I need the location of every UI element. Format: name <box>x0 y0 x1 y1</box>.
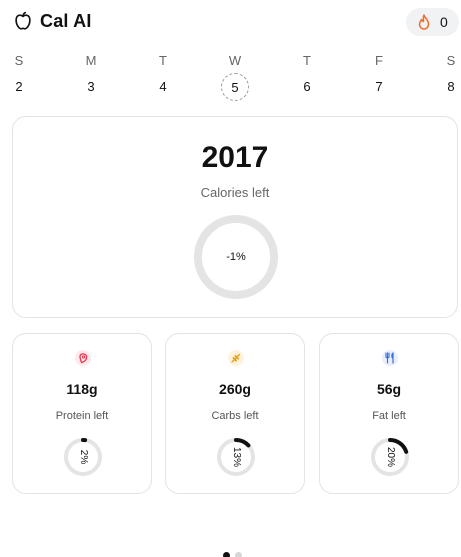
carbs-label: Carbs left <box>211 410 259 422</box>
day-sat[interactable]: S 8 <box>436 52 461 101</box>
fat-percent: 20% <box>385 446 396 467</box>
calories-card[interactable]: 2017 Calories left -1% <box>12 116 458 318</box>
protein-percent: 2% <box>78 449 89 465</box>
protein-card[interactable]: 118g Protein left 2% <box>12 333 152 494</box>
day-date: 8 <box>447 79 455 94</box>
day-name: T <box>159 53 167 68</box>
week-strip: S 2 M 3 T 4 W 5 T 6 F 7 S 8 <box>0 52 461 101</box>
calories-left-value: 2017 <box>201 141 269 174</box>
carbs-value: 260g <box>219 381 251 397</box>
apple-outline-icon <box>15 11 31 30</box>
day-mon[interactable]: M 3 <box>76 52 106 101</box>
calories-progress-ring: -1% <box>192 213 280 301</box>
page-dot-active[interactable] <box>223 552 230 557</box>
streak-badge[interactable]: 0 <box>406 8 459 36</box>
day-date: 5 <box>221 73 249 101</box>
day-tue[interactable]: T 4 <box>148 52 178 101</box>
fat-progress-ring: 20% <box>369 436 411 478</box>
carbs-progress-ring: 13% <box>215 436 257 478</box>
fork-knife-icon <box>382 350 398 366</box>
day-date: 7 <box>375 79 383 94</box>
day-name: S <box>14 53 24 68</box>
day-name: F <box>375 53 383 68</box>
day-wed-selected[interactable]: W 5 <box>220 52 250 101</box>
day-fri[interactable]: F 7 <box>364 52 394 101</box>
day-sun[interactable]: S 2 <box>4 52 34 101</box>
steak-icon <box>75 350 91 366</box>
protein-label: Protein left <box>55 410 109 422</box>
calories-left-label: Calories left <box>200 185 270 200</box>
carbs-card[interactable]: 260g Carbs left 13% <box>165 333 305 494</box>
day-name: T <box>303 53 311 68</box>
app-title: Cal AI <box>40 11 92 31</box>
protein-value: 118g <box>66 381 98 397</box>
calories-percent: -1% <box>226 251 246 263</box>
fat-value: 56g <box>376 381 402 397</box>
day-thu[interactable]: T 6 <box>292 52 322 101</box>
fat-card[interactable]: 56g Fat left 20% <box>319 333 459 494</box>
day-date: 6 <box>303 79 311 94</box>
page-dot[interactable] <box>235 552 242 557</box>
day-name: M <box>85 53 97 68</box>
day-name: W <box>228 53 242 68</box>
carbs-percent: 13% <box>231 446 242 467</box>
protein-progress-ring: 2% <box>62 436 104 478</box>
wheat-icon <box>228 350 244 366</box>
page-indicator <box>223 552 249 557</box>
day-date: 4 <box>159 79 167 94</box>
streak-count: 0 <box>440 14 448 30</box>
day-name: S <box>446 53 456 68</box>
day-date: 2 <box>15 79 23 94</box>
day-date: 3 <box>87 79 95 94</box>
flame-icon <box>418 14 430 30</box>
fat-label: Fat left <box>372 410 406 422</box>
app-header: Cal AI 0 <box>12 8 459 36</box>
